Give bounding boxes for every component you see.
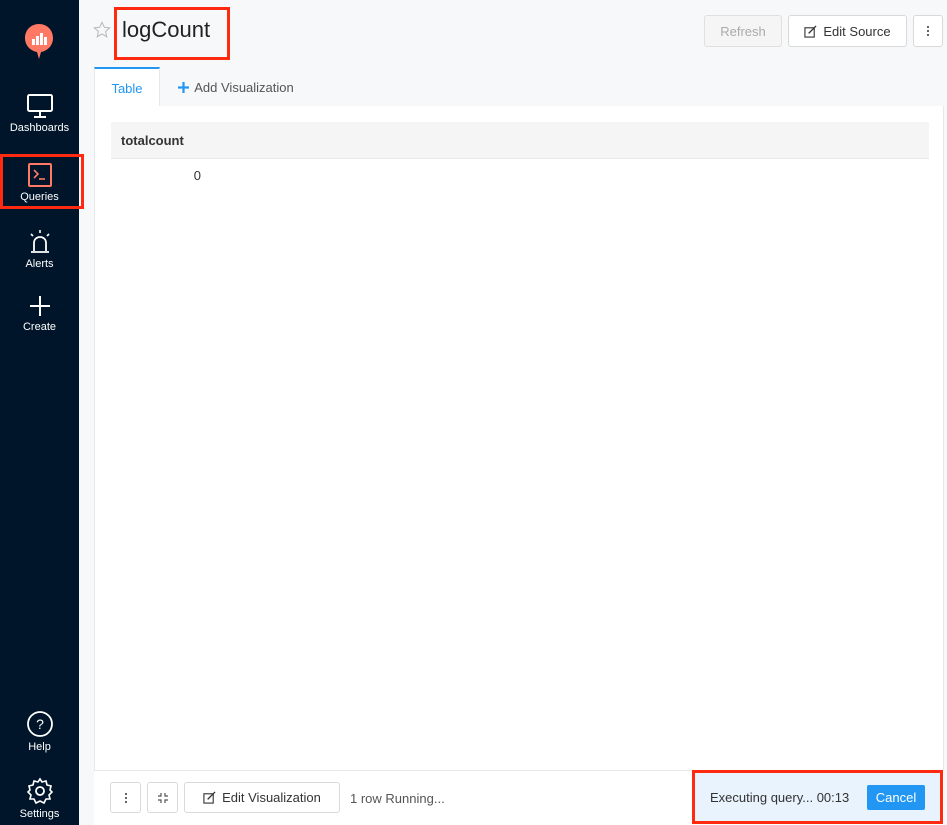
edit-icon bbox=[203, 791, 216, 804]
page-title[interactable]: logCount bbox=[122, 17, 210, 43]
tab-add-visualization[interactable]: Add Visualization bbox=[170, 67, 302, 107]
sidebar-item-alerts[interactable]: Alerts bbox=[0, 229, 79, 270]
sidebar-item-label: Settings bbox=[19, 808, 60, 820]
sidebar-item-label: Dashboards bbox=[9, 122, 70, 134]
tab-table[interactable]: Table bbox=[94, 67, 160, 107]
more-vertical-icon bbox=[926, 25, 930, 37]
plus-icon bbox=[29, 296, 50, 316]
sidebar-item-label: Help bbox=[28, 741, 51, 753]
result-status: 1 row Running... bbox=[350, 791, 445, 806]
more-vertical-icon bbox=[124, 792, 127, 803]
cancel-label: Cancel bbox=[875, 790, 917, 805]
sidebar-item-label: Alerts bbox=[25, 258, 54, 270]
executing-text: Executing query... 00:13 bbox=[710, 790, 850, 805]
refresh-button-label: Refresh bbox=[720, 23, 766, 39]
executing-query-notice: Executing query... 00:13 Cancel bbox=[693, 771, 941, 823]
footer-more-button[interactable] bbox=[110, 782, 141, 813]
star-icon[interactable] bbox=[93, 21, 111, 39]
more-options-button[interactable] bbox=[913, 15, 943, 47]
fullscreen-button[interactable] bbox=[147, 782, 178, 813]
help-icon: ? bbox=[26, 711, 53, 737]
sidebar-item-help[interactable]: ? Help bbox=[0, 710, 79, 753]
terminal-icon bbox=[27, 163, 52, 187]
visualization-panel: totalcount 0 bbox=[94, 106, 944, 825]
table-cell: 0 bbox=[193, 168, 201, 183]
table-header: totalcount bbox=[111, 122, 929, 159]
expand-icon bbox=[157, 792, 168, 803]
row-count: 1 row bbox=[350, 791, 382, 806]
alarm-icon bbox=[29, 230, 50, 253]
redash-logo[interactable] bbox=[23, 22, 55, 60]
sidebar-item-settings[interactable]: Settings bbox=[0, 777, 79, 820]
tab-label: Add Visualization bbox=[194, 79, 294, 95]
sidebar-item-label: Queries bbox=[20, 191, 59, 203]
sidebar-item-queries[interactable]: Queries bbox=[0, 162, 79, 203]
edit-source-button[interactable]: Edit Source bbox=[788, 15, 907, 47]
sidebar-item-label: Create bbox=[22, 321, 57, 333]
svg-text:?: ? bbox=[36, 716, 44, 732]
cancel-button[interactable]: Cancel bbox=[867, 785, 925, 810]
edit-source-label: Edit Source bbox=[823, 23, 891, 39]
tab-label: Table bbox=[111, 80, 143, 96]
running-status: Running... bbox=[385, 791, 445, 806]
gear-icon bbox=[26, 777, 53, 805]
sidebar-item-create[interactable]: Create bbox=[0, 294, 79, 333]
plus-icon bbox=[178, 81, 190, 93]
sidebar: Dashboards Queries Alerts Create ? Help … bbox=[0, 0, 79, 825]
edit-visualization-label: Edit Visualization bbox=[222, 790, 321, 805]
sidebar-item-dashboards[interactable]: Dashboards bbox=[0, 93, 79, 134]
monitor-icon bbox=[26, 94, 53, 118]
refresh-button[interactable]: Refresh bbox=[704, 15, 782, 47]
edit-icon bbox=[804, 24, 817, 38]
column-header-totalcount[interactable]: totalcount bbox=[121, 133, 184, 148]
edit-visualization-button[interactable]: Edit Visualization bbox=[184, 782, 340, 813]
